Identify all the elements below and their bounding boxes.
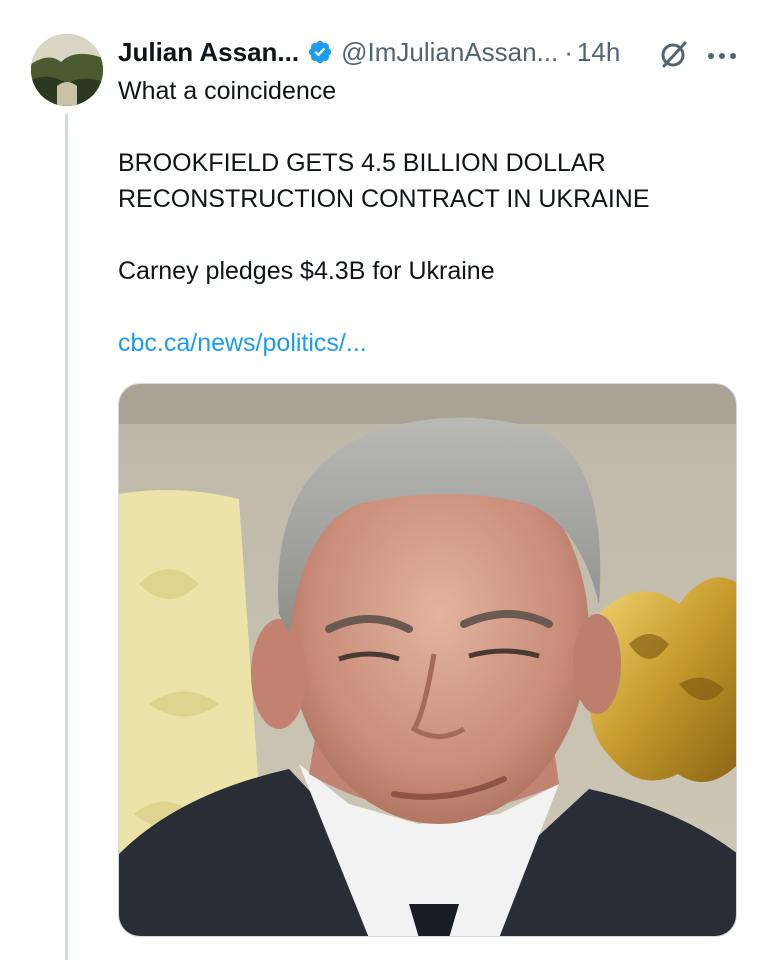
verified-badge-icon bbox=[307, 39, 333, 65]
avatar[interactable] bbox=[31, 34, 103, 106]
tweet-header: Julian Assan... @ImJulianAssan... · 14h bbox=[118, 34, 620, 70]
grok-icon[interactable] bbox=[658, 38, 690, 70]
more-options-icon[interactable] bbox=[707, 48, 737, 59]
handle[interactable]: @ImJulianAssan... bbox=[341, 37, 558, 68]
timestamp[interactable]: 14h bbox=[577, 37, 620, 68]
tweet-headline: BROOKFIELD GETS 4.5 BILLION DOLLAR RECON… bbox=[118, 145, 650, 217]
tweet-text: What a coincidence bbox=[118, 77, 337, 105]
tweet-pledge-text: Carney pledges $4.3B for Ukraine bbox=[118, 257, 495, 285]
media-image[interactable] bbox=[118, 383, 737, 937]
thread-line bbox=[65, 114, 68, 960]
tweet[interactable]: Julian Assan... @ImJulianAssan... · 14h … bbox=[0, 0, 769, 960]
article-link[interactable]: cbc.ca/news/politics/... bbox=[118, 325, 367, 361]
separator-dot: · bbox=[564, 36, 573, 67]
headline-line-2: RECONSTRUCTION CONTRACT IN UKRAINE bbox=[118, 185, 650, 213]
headline-line-1: BROOKFIELD GETS 4.5 BILLION DOLLAR bbox=[118, 149, 606, 177]
display-name[interactable]: Julian Assan... bbox=[118, 37, 299, 68]
